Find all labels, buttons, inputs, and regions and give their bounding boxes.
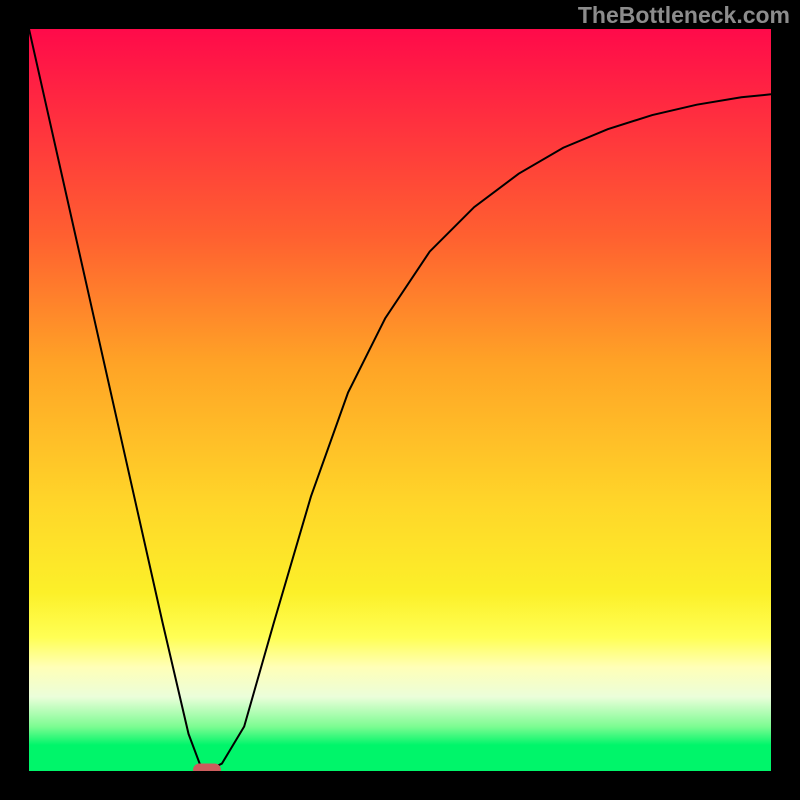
frame-right: [771, 0, 800, 800]
frame-left: [0, 0, 29, 800]
bottleneck-chart: TheBottleneck.com: [0, 0, 800, 800]
watermark: TheBottleneck.com: [578, 2, 790, 29]
curve-svg: [29, 29, 771, 771]
plot-area: [29, 29, 771, 771]
frame-bottom: [0, 771, 800, 800]
bottleneck-curve: [29, 29, 771, 771]
